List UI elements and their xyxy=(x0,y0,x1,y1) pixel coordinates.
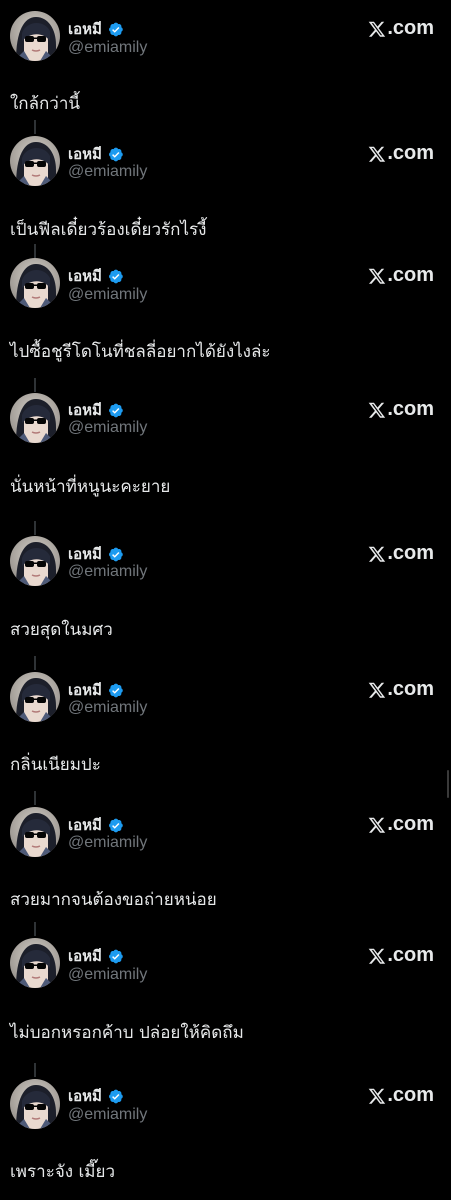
thread-connector-line xyxy=(34,791,36,805)
source-label: .com xyxy=(387,142,434,164)
avatar[interactable] xyxy=(10,672,60,722)
x-logo-icon xyxy=(368,1087,386,1105)
x-logo-icon xyxy=(368,545,386,563)
author-name-row[interactable]: เอหมี xyxy=(68,400,124,420)
scrollbar[interactable] xyxy=(447,770,449,798)
verified-badge-icon xyxy=(107,948,124,965)
verified-badge-icon xyxy=(107,682,124,699)
source-link[interactable]: .com xyxy=(368,264,434,287)
source-link[interactable]: .com xyxy=(368,398,434,421)
verified-badge-icon xyxy=(107,817,124,834)
source-link[interactable]: .com xyxy=(368,678,434,701)
x-logo-icon xyxy=(368,267,386,285)
author-name-row[interactable]: เอหมี xyxy=(68,544,124,564)
author-name-row[interactable]: เอหมี xyxy=(68,680,124,700)
author-handle[interactable]: @emiamily xyxy=(68,419,147,437)
source-link[interactable]: .com xyxy=(368,1084,434,1107)
thread-connector-line xyxy=(34,1063,36,1077)
author-handle[interactable]: @emiamily xyxy=(68,1106,147,1124)
author-handle[interactable]: @emiamily xyxy=(68,834,147,852)
source-label: .com xyxy=(387,944,434,966)
tweet-text: เป็นฟีลเดี๋ยวร้องเดี๋ยวรักไรงี้ xyxy=(10,220,207,240)
tweet-text: กลิ่นเนียมปะ xyxy=(10,755,101,775)
tweet-text: ไปซื้อชูรีโดโนที่ชลลี่อยากได้ยังไงล่ะ xyxy=(10,342,271,362)
verified-badge-icon xyxy=(107,1088,124,1105)
author-name-row[interactable]: เอหมี xyxy=(68,946,124,966)
tweet-text: ไม่บอกหรอกค้าบ ปล่อยให้คิดถึม xyxy=(10,1023,244,1043)
verified-badge-icon xyxy=(107,146,124,163)
x-logo-icon xyxy=(368,681,386,699)
avatar[interactable] xyxy=(10,258,60,308)
author-handle[interactable]: @emiamily xyxy=(68,39,147,57)
author-name-row[interactable]: เอหมี xyxy=(68,266,124,286)
tweet-text: ใกล้กว่านี้ xyxy=(10,94,81,114)
display-name[interactable]: เอหมี xyxy=(68,1084,102,1108)
tweet-text: สวยมากจนต้องขอถ่ายหน่อย xyxy=(10,890,217,910)
x-logo-icon xyxy=(368,145,386,163)
source-link[interactable]: .com xyxy=(368,17,434,40)
author-handle[interactable]: @emiamily xyxy=(68,163,147,181)
x-logo-icon xyxy=(368,401,386,419)
x-logo-icon xyxy=(368,20,386,38)
author-handle[interactable]: @emiamily xyxy=(68,699,147,717)
thread-connector-line xyxy=(34,378,36,392)
display-name[interactable]: เอหมี xyxy=(68,944,102,968)
tweet-text: เพราะจัง เมี๊ยว xyxy=(10,1162,116,1182)
avatar[interactable] xyxy=(10,393,60,443)
source-label: .com xyxy=(387,264,434,286)
thread-connector-line xyxy=(34,656,36,670)
thread-connector-line xyxy=(34,244,36,258)
avatar[interactable] xyxy=(10,938,60,988)
source-label: .com xyxy=(387,813,434,835)
verified-badge-icon xyxy=(107,402,124,419)
author-handle[interactable]: @emiamily xyxy=(68,286,147,304)
author-name-row[interactable]: เอหมี xyxy=(68,1086,124,1106)
display-name[interactable]: เอหมี xyxy=(68,17,102,41)
avatar[interactable] xyxy=(10,536,60,586)
avatar[interactable] xyxy=(10,1079,60,1129)
tweet-text: นั่นหน้าที่หนูนะคะยาย xyxy=(10,477,171,497)
tweet-text: สวยสุดในมศว xyxy=(10,620,113,640)
source-label: .com xyxy=(387,1084,434,1106)
verified-badge-icon xyxy=(107,546,124,563)
source-label: .com xyxy=(387,398,434,420)
author-name-row[interactable]: เอหมี xyxy=(68,144,124,164)
author-handle[interactable]: @emiamily xyxy=(68,563,147,581)
display-name[interactable]: เอหมี xyxy=(68,264,102,288)
avatar[interactable] xyxy=(10,11,60,61)
source-label: .com xyxy=(387,678,434,700)
source-label: .com xyxy=(387,542,434,564)
author-handle[interactable]: @emiamily xyxy=(68,966,147,984)
verified-badge-icon xyxy=(107,268,124,285)
source-link[interactable]: .com xyxy=(368,542,434,565)
verified-badge-icon xyxy=(107,21,124,38)
source-link[interactable]: .com xyxy=(368,813,434,836)
avatar[interactable] xyxy=(10,136,60,186)
source-link[interactable]: .com xyxy=(368,944,434,967)
source-link[interactable]: .com xyxy=(368,142,434,165)
source-label: .com xyxy=(387,17,434,39)
thread-connector-line xyxy=(34,922,36,936)
author-name-row[interactable]: เอหมี xyxy=(68,815,124,835)
thread-connector-line xyxy=(34,120,36,134)
thread-connector-line xyxy=(34,521,36,535)
x-logo-icon xyxy=(368,947,386,965)
x-logo-icon xyxy=(368,816,386,834)
avatar[interactable] xyxy=(10,807,60,857)
author-name-row[interactable]: เอหมี xyxy=(68,19,124,39)
